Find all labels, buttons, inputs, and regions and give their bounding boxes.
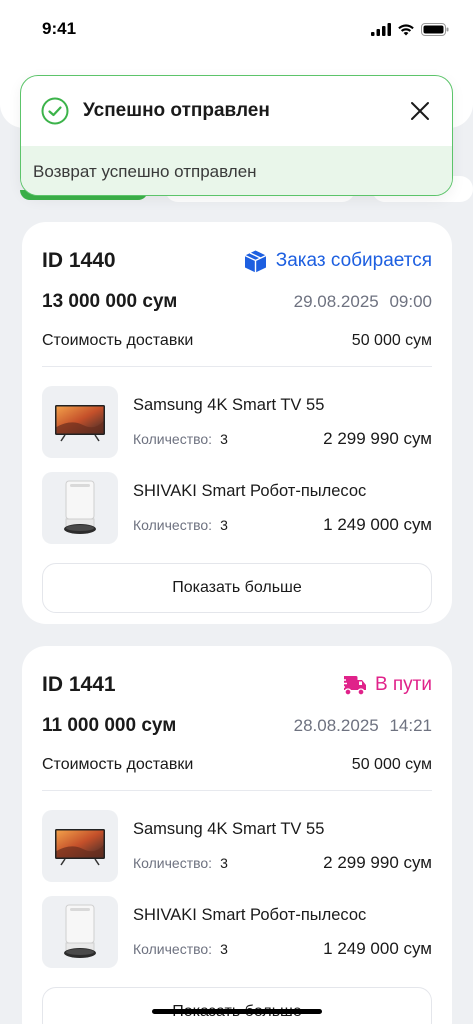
quantity-value: 3	[220, 940, 228, 957]
product-info: SHIVAKI Smart Робот-пылесос Количество: 3…	[133, 482, 432, 535]
show-more-button[interactable]: Показать больше	[42, 563, 432, 613]
robot-vacuum-image-icon	[64, 904, 96, 958]
product-meta: Количество: 3 2 299 990 сум	[133, 429, 432, 449]
quantity-value: 3	[220, 430, 228, 447]
status-time: 9:41	[42, 19, 77, 38]
delivery-row: Стоимость доставки 50 000 сум	[42, 324, 432, 358]
product-info: Samsung 4K Smart TV 55 Количество: 3 2 29…	[133, 820, 432, 873]
product-thumbnail	[42, 896, 118, 968]
status-bar: 9:41	[0, 0, 473, 58]
order-status-label: Заказ собирается	[275, 250, 432, 271]
success-toast: Успешно отправлен Возврат успешно отправ…	[20, 75, 453, 196]
quantity-label: Количество:	[133, 854, 213, 871]
home-indicator[interactable]	[152, 1009, 322, 1014]
product-price: 1 249 000 сум	[323, 514, 432, 534]
quantity-label: Количество:	[133, 430, 213, 447]
toast-message: Возврат успешно отправлен	[21, 146, 452, 195]
divider	[42, 366, 432, 367]
quantity-label: Количество:	[133, 940, 213, 957]
order-card: ID 1440 Заказ собирается 13 000 000 сум …	[22, 222, 452, 624]
box-icon	[244, 250, 267, 272]
quantity-value: 3	[220, 516, 228, 533]
order-amount: 13 000 000 сум	[42, 291, 178, 312]
product-meta: Количество: 3 1 249 000 сум	[133, 515, 432, 535]
order-date: 28.08.2025 14:21	[293, 716, 432, 735]
order-header: ID 1440 Заказ собирается	[42, 242, 432, 280]
product-quantity: Количество: 3	[133, 517, 228, 533]
quantity-label: Количество:	[133, 516, 213, 533]
product-item[interactable]: SHIVAKI Smart Робот-пылесос Количество: 3…	[42, 889, 432, 975]
toast-title: Успешно отправлен	[83, 100, 270, 121]
product-thumbnail	[42, 386, 118, 458]
delivery-label: Стоимость доставки	[42, 756, 194, 773]
wifi-icon	[398, 23, 414, 35]
order-date: 29.08.2025 09:00	[293, 292, 432, 311]
product-quantity: Количество: 3	[133, 431, 228, 447]
check-circle-icon	[41, 97, 69, 125]
delivery-truck-icon	[339, 676, 366, 696]
order-id: ID 1441	[42, 673, 116, 696]
product-name: Samsung 4K Smart TV 55	[133, 819, 325, 838]
order-id: ID 1440	[42, 249, 116, 272]
product-name: Samsung 4K Smart TV 55	[133, 395, 325, 414]
product-price: 2 299 990 сум	[323, 428, 432, 448]
product-quantity: Количество: 3	[133, 855, 228, 871]
status-icons	[371, 22, 449, 36]
product-thumbnail	[42, 472, 118, 544]
product-meta: Количество: 3 2 299 990 сум	[133, 853, 432, 873]
order-status-badge: В пути	[339, 673, 432, 697]
order-amount-row: 11 000 000 сум 28.08.2025 14:21	[42, 704, 432, 748]
order-card: ID 1441 В пути 11 000 000 сум 28.08.2025…	[22, 646, 452, 1024]
show-more-button[interactable]: Показать больше	[42, 987, 432, 1024]
product-quantity: Количество: 3	[133, 941, 228, 957]
order-status-badge: Заказ собирается	[243, 249, 432, 274]
order-header: ID 1441 В пути	[42, 666, 432, 704]
product-info: Samsung 4K Smart TV 55 Количество: 3 2 29…	[133, 396, 432, 449]
product-item[interactable]: SHIVAKI Smart Робот-пылесос Количество: 3…	[42, 465, 432, 551]
product-price: 1 249 000 сум	[323, 938, 432, 958]
product-item[interactable]: Samsung 4K Smart TV 55 Количество: 3 2 29…	[42, 379, 432, 465]
order-status-label: В пути	[374, 674, 432, 695]
delivery-price: 50 000 сум	[351, 756, 432, 773]
delivery-price: 50 000 сум	[351, 332, 432, 349]
quantity-value: 3	[220, 854, 228, 871]
delivery-row: Стоимость доставки 50 000 сум	[42, 748, 432, 782]
divider	[42, 790, 432, 791]
robot-vacuum-image-icon	[64, 480, 96, 534]
product-name: SHIVAKI Smart Робот-пылесос	[133, 905, 367, 924]
order-amount-row: 13 000 000 сум 29.08.2025 09:00	[42, 280, 432, 324]
battery-icon	[421, 22, 449, 36]
tv-image-icon	[55, 829, 105, 866]
toast-header: Успешно отправлен	[21, 76, 452, 146]
delivery-label: Стоимость доставки	[42, 332, 194, 349]
product-info: SHIVAKI Smart Робот-пылесос Количество: 3…	[133, 906, 432, 959]
product-name: SHIVAKI Smart Робот-пылесос	[133, 481, 367, 500]
product-thumbnail	[42, 810, 118, 882]
product-price: 2 299 990 сум	[323, 852, 432, 872]
product-meta: Количество: 3 1 249 000 сум	[133, 939, 432, 959]
cellular-signal-icon	[371, 22, 391, 36]
order-amount: 11 000 000 сум	[42, 715, 177, 736]
close-icon[interactable]	[408, 99, 432, 123]
tv-image-icon	[55, 405, 105, 442]
product-item[interactable]: Samsung 4K Smart TV 55 Количество: 3 2 29…	[42, 803, 432, 889]
